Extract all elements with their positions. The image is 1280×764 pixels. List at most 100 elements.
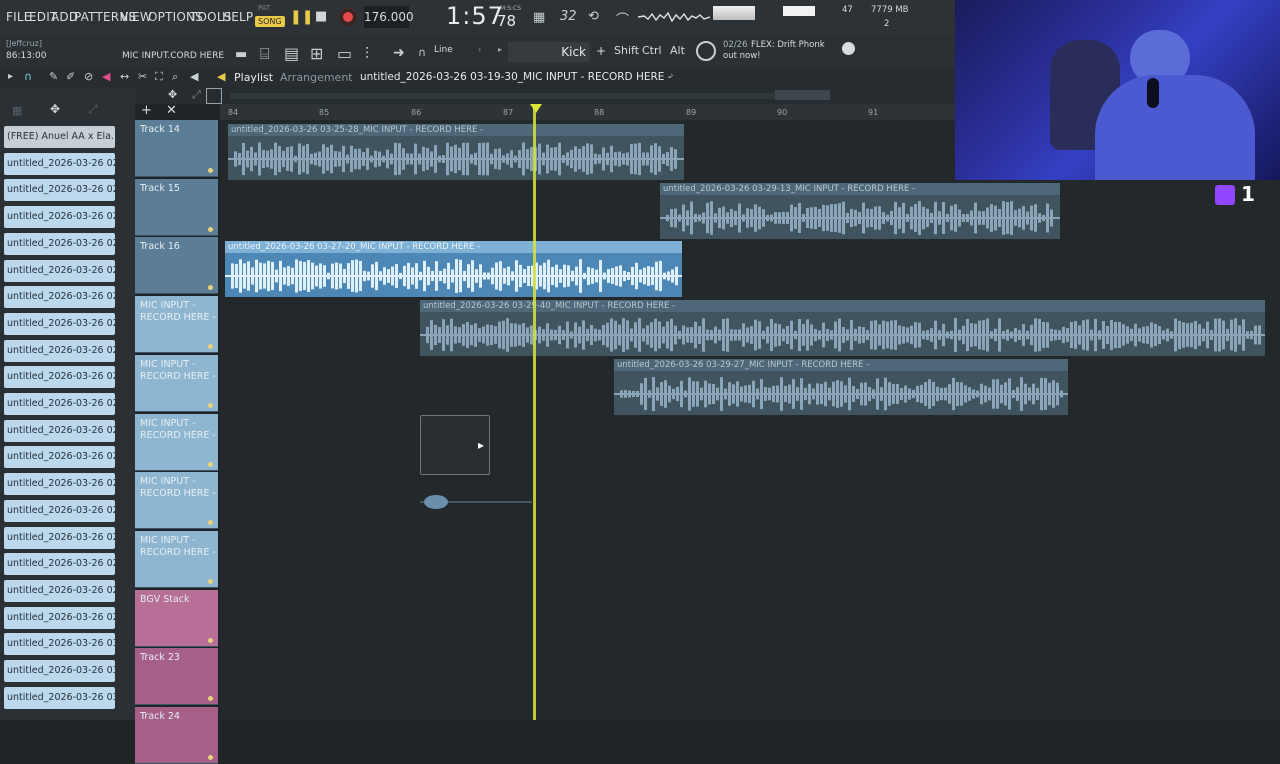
browser-menu-icon[interactable]: ▦ [12,104,22,117]
browser-item[interactable]: untitled_2026-03-26 02- [4,366,115,389]
pattern-selector[interactable]: untitled_2026-03-26 03-19-30_MIC INPUT -… [360,71,672,83]
playback-tool-icon[interactable]: ◀ [190,70,198,83]
grid-icon[interactable] [206,88,222,104]
metronome-icon[interactable]: ▦ [533,10,545,25]
playlist-menu-icon[interactable]: ▸ [8,71,13,82]
track-header[interactable]: Track 15 [135,178,218,236]
audio-clip[interactable]: untitled_2026-03-26 03-29-40_MIC INPUT -… [420,300,1265,356]
delete-tool-icon[interactable]: ⊘ [84,70,93,83]
track-header[interactable]: Track 23 [135,648,218,706]
countdown-icon[interactable]: ⌒ [616,9,629,28]
pat-mode-label[interactable]: PAT [258,4,270,12]
channel-selector[interactable]: Kick [508,42,590,62]
snap-select[interactable]: Line [434,45,453,55]
track-activity-icon[interactable] [208,344,213,350]
mixer-icon[interactable]: ⊞ [310,44,323,63]
track-activity-icon[interactable] [208,520,213,526]
browser-item[interactable]: untitled_2026-03-26 02- [4,232,115,255]
track-header[interactable]: Track 16 [135,237,218,295]
browser-item[interactable]: untitled_2026-03-26 03- [4,686,115,709]
track-activity-icon[interactable] [208,285,213,291]
channel-rack-icon[interactable]: ▤ [284,44,299,63]
channel-play-icon[interactable]: ▸ [498,45,502,54]
browser-item[interactable]: untitled_2026-03-26 02- [4,259,115,282]
overview-scrollbar[interactable] [775,90,830,100]
track-header[interactable]: BGV Stack [135,589,218,647]
browser-item[interactable]: (FREE) Anuel AA x Ela... [4,126,115,148]
track-activity-icon[interactable] [208,755,213,760]
remove-track-icon[interactable]: ✕ [166,103,177,118]
browser-item[interactable]: untitled_2026-03-26 02- [4,152,115,175]
draw-tool-icon[interactable]: ✎ [49,70,58,83]
mute-tool-icon[interactable]: ◀ [102,70,110,83]
arrow-right-icon[interactable]: ➜ [393,45,405,61]
news-icon[interactable] [696,41,716,61]
tempo-display[interactable]: 176.000 [364,6,414,28]
browser-item[interactable]: untitled_2026-03-26 02- [4,339,115,362]
track-header[interactable]: MIC INPUT - RECORD HERE - [135,413,218,471]
menu-help[interactable]: HELP [222,10,253,24]
playlist-icon[interactable]: ⌸ [260,44,270,64]
audio-clip[interactable]: untitled_2026-03-26 03-29-13_MIC INPUT -… [660,183,1060,239]
shift-key[interactable]: Shift [614,44,639,57]
add-track-icon[interactable]: + [141,103,152,118]
magnet-icon[interactable]: ∩ [418,46,426,59]
time-display[interactable]: 1:57 [446,2,504,30]
browser-pin-icon[interactable]: ⤢ [88,102,98,117]
move-icon[interactable]: ✥ [168,88,177,101]
track-activity-icon[interactable] [208,226,213,232]
loop-record-icon[interactable]: ⟲ [588,9,599,24]
track-activity-icon[interactable] [208,696,213,702]
browser-item[interactable]: untitled_2026-03-26 02- [4,312,115,335]
browser-move-icon[interactable]: ✥ [50,102,60,116]
zoom-tool-icon[interactable]: ⌕ [172,70,178,84]
track-activity-icon[interactable] [208,578,213,584]
stop-icon[interactable]: ■ [315,9,327,24]
track-activity-icon[interactable] [208,402,213,408]
pattern-icon[interactable]: ▬ [235,47,247,62]
slip-tool-icon[interactable]: ↔ [120,70,129,83]
alt-key[interactable]: Alt [670,44,685,57]
browser-item[interactable]: untitled_2026-03-26 02- [4,526,115,549]
resize-icon[interactable]: ⤢ [192,88,201,102]
track-header[interactable]: MIC INPUT - RECORD HERE - [135,354,218,412]
browser-item[interactable]: untitled_2026-03-26 03- [4,660,115,682]
slice-tool-icon[interactable]: ✂ [138,70,147,83]
piano-roll-icon[interactable]: ▭ [337,44,352,63]
audio-clip[interactable]: untitled_2026-03-26 03-25-28_MIC INPUT -… [228,124,684,180]
song-position-marker[interactable] [530,104,542,113]
track-header[interactable]: MIC INPUT - RECORD HERE - [135,472,218,530]
track-header[interactable]: MIC INPUT - RECORD HERE - [135,530,218,588]
pause-icon[interactable]: ❚❚ [290,9,313,25]
song-mode-button[interactable]: SONG [255,16,285,27]
browser-item[interactable]: untitled_2026-03-26 02- [4,606,115,629]
browser-item[interactable]: untitled_2026-03-26 02- [4,499,115,522]
browser-item[interactable]: untitled_2026-03-26 02- [4,473,115,496]
browser-item[interactable]: untitled_2026-03-26 03- [4,633,115,656]
magnet-snap-icon[interactable]: ∩ [24,70,32,83]
track-activity-icon[interactable] [208,461,213,467]
overview-strip[interactable]: ✥ ⤢ [135,88,955,104]
track-header[interactable]: Track 24 [135,707,218,764]
fl-logo-icon[interactable] [842,42,855,55]
menu-file[interactable]: FILE [6,10,32,24]
browser-item[interactable]: untitled_2026-03-26 02- [4,446,115,469]
playlist-grid[interactable]: untitled_2026-03-26 03-25-28_MIC INPUT -… [220,120,1280,720]
add-channel-icon[interactable]: + [596,44,606,58]
browser-item[interactable]: untitled_2026-03-26 02- [4,393,115,415]
time-ruler[interactable]: 84 85 86 87 88 89 90 91 [220,104,955,120]
audio-clip[interactable]: untitled_2026-03-26 03-29-27_MIC INPUT -… [614,359,1068,415]
ctrl-key[interactable]: Ctrl [642,44,662,57]
browser-item[interactable]: untitled_2026-03-26 02- [4,553,115,576]
track-activity-icon[interactable] [208,637,213,643]
track-activity-icon[interactable] [208,168,213,173]
pattern-chevron-icon[interactable]: › [670,71,674,81]
record-button[interactable] [339,8,357,26]
news-title[interactable]: FLEX: Drift Phonk [751,40,825,50]
plugin-icon[interactable]: ⫶ [365,44,369,64]
browser-item[interactable]: untitled_2026-03-26 02- [4,419,115,442]
browser-item[interactable]: untitled_2026-03-26 02- [4,286,115,309]
audio-clip-selected[interactable]: untitled_2026-03-26 03-27-20_MIC INPUT -… [225,241,682,297]
select-tool-icon[interactable]: ⛶ [155,70,163,84]
track-header[interactable]: MIC INPUT - RECORD HERE - [135,296,218,354]
